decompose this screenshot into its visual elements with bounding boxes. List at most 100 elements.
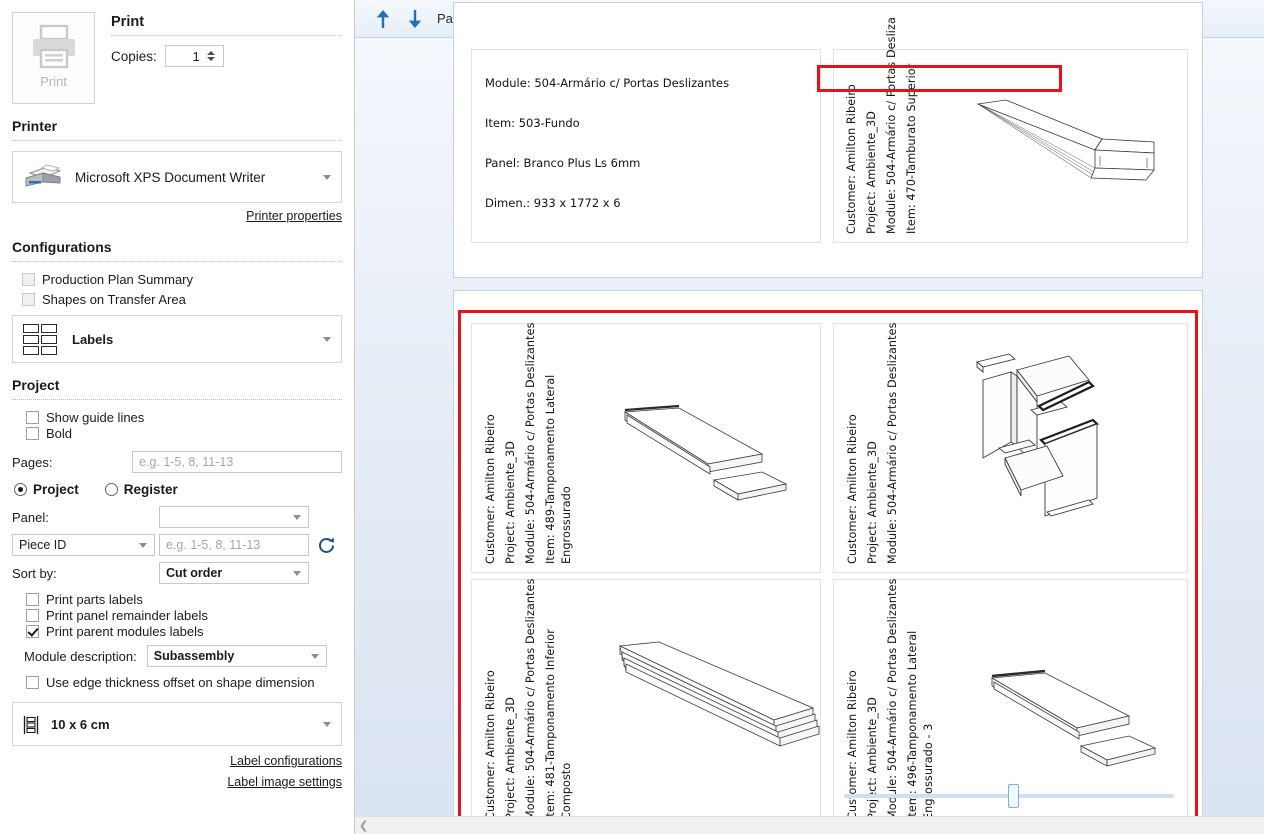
- checkbox-use-edge-thickness-offset[interactable]: Use edge thickness offset on shape dimen…: [26, 675, 342, 690]
- label-project-text: Project: Ambiente_3D: [866, 441, 879, 564]
- label-module-text: Module: 504-Armário c/ Portas Deslizante…: [524, 578, 537, 820]
- label-module-text: Module: 504-Armário c/ Portas Deslizante…: [886, 322, 899, 564]
- checkbox-box[interactable]: [22, 273, 35, 286]
- previous-page-button[interactable]: [367, 4, 399, 34]
- sort-by-row: Sort by: Cut order: [12, 562, 342, 584]
- part-3d-drawing: [990, 669, 1157, 767]
- next-page-button[interactable]: [399, 4, 431, 34]
- label-dimen-text: Dimen.: 933 x 1772 x 6: [485, 196, 621, 210]
- preview-horizontal-scrollbar[interactable]: ❮: [355, 816, 1264, 834]
- stepper-down-icon[interactable]: [206, 57, 215, 61]
- pages-label: Pages:: [12, 454, 53, 470]
- copies-row: Copies:: [111, 45, 342, 67]
- label-module-text: Module: 504-Armário c/ Portas Deslizante…: [886, 578, 899, 820]
- divider: [12, 140, 342, 141]
- checkbox-production-plan-summary[interactable]: Production Plan Summary: [22, 272, 342, 287]
- label-panel-text: Panel: Branco Plus Ls 6mm: [485, 156, 641, 170]
- copies-label: Copies:: [111, 48, 157, 64]
- configurations-heading: Configurations: [12, 239, 112, 255]
- print-settings-sidebar: Print Print Copies: 1 Printer Microsoft …: [0, 0, 355, 834]
- chevron-down-icon[interactable]: [293, 571, 301, 576]
- piece-id-range-input[interactable]: [159, 534, 309, 556]
- checkbox-print-panel-remainder-labels[interactable]: Print panel remainder labels: [26, 608, 342, 623]
- pages-row: Pages:: [12, 451, 342, 473]
- label-customer-text: Customer: Amilton Ribeiro: [484, 670, 497, 820]
- checkbox-bold[interactable]: Bold: [26, 426, 342, 441]
- checkbox-box[interactable]: [26, 593, 39, 606]
- checkbox-box[interactable]: [26, 676, 39, 689]
- cabinet-3d-drawing: [976, 353, 1099, 517]
- part-3d-drawing: [976, 99, 1155, 181]
- label-card-bottom-right: Customer: Amilton Ribeiro Project: Ambie…: [833, 578, 1188, 829]
- print-button-label: Print: [40, 74, 67, 89]
- stepper-arrows[interactable]: [204, 51, 215, 61]
- checkbox-print-parent-modules-labels[interactable]: Print parent modules labels: [26, 624, 342, 639]
- label-customer-text: Customer: Amilton Ribeiro: [846, 670, 859, 820]
- checkbox-box[interactable]: [22, 293, 35, 306]
- checkbox-show-guide-lines[interactable]: Show guide lines: [26, 410, 342, 425]
- sort-by-select[interactable]: Cut order: [159, 562, 309, 584]
- pages-input[interactable]: [132, 451, 342, 473]
- label-item-text: Item: 496-Tamponamento Lateral Engrossur…: [906, 630, 935, 820]
- copies-input[interactable]: [165, 46, 204, 66]
- checkbox-box[interactable]: [26, 427, 39, 440]
- print-mode-select[interactable]: Labels: [12, 315, 342, 363]
- scroll-left-icon[interactable]: ❮: [359, 819, 368, 832]
- label-customer-text: Customer: Amilton Ribeiro: [846, 414, 859, 564]
- checkbox-label: Use edge thickness offset on shape dimen…: [46, 675, 315, 690]
- stepper-up-icon[interactable]: [206, 51, 215, 55]
- label-configurations-link[interactable]: Label configurations: [230, 754, 342, 768]
- printer-properties-link[interactable]: Printer properties: [246, 209, 342, 223]
- checkbox-box[interactable]: [26, 609, 39, 622]
- radio-register[interactable]: Register: [104, 482, 178, 497]
- label-image-settings-link[interactable]: Label image settings: [227, 775, 342, 789]
- checkbox-box[interactable]: [26, 411, 39, 424]
- checkbox-print-parts-labels[interactable]: Print parts labels: [26, 592, 342, 607]
- radio-dot[interactable]: [104, 483, 118, 496]
- scope-radio-group: Project Register: [14, 482, 342, 497]
- radio-label: Register: [123, 482, 178, 497]
- sort-by-value: Cut order: [166, 566, 223, 580]
- refresh-icon[interactable]: [317, 536, 336, 555]
- piece-id-select[interactable]: Piece ID: [12, 534, 155, 556]
- chevron-down-icon[interactable]: [323, 175, 331, 180]
- copies-stepper[interactable]: [164, 45, 224, 67]
- label-item-text: Item: 470-Tamburato Superior: [905, 63, 918, 234]
- label-project-text: Project: Ambiente_3D: [504, 441, 517, 564]
- chevron-down-icon[interactable]: [310, 654, 319, 659]
- printer-icon: [28, 23, 80, 71]
- panel-select[interactable]: [159, 506, 309, 528]
- checkbox-label: Production Plan Summary: [42, 272, 194, 287]
- preview-page-2: Module: 504-Armário c/ Portas Deslizante…: [453, 2, 1203, 278]
- checkbox-label: Print panel remainder labels: [46, 608, 208, 623]
- checkbox-shapes-on-transfer-area[interactable]: Shapes on Transfer Area: [22, 292, 342, 307]
- printer-name: Microsoft XPS Document Writer: [75, 169, 266, 185]
- preview-scroll-area[interactable]: Module: 504-Armário c/ Portas Deslizante…: [355, 2, 1264, 834]
- checkbox-box[interactable]: [26, 625, 39, 638]
- labels-grid-icon: [23, 323, 57, 355]
- label-size-select[interactable]: 10 x 6 cm: [12, 702, 342, 746]
- print-section-title: Print: [111, 14, 145, 30]
- module-description-select[interactable]: Subassembly: [146, 645, 327, 667]
- sort-by-label: Sort by:: [12, 565, 57, 581]
- chevron-down-icon[interactable]: [139, 543, 147, 548]
- radio-project[interactable]: Project: [14, 482, 79, 497]
- chevron-down-icon[interactable]: [323, 337, 331, 342]
- module-description-label: Module description:: [24, 648, 137, 664]
- label-customer-text: Customer: Amilton Ribeiro: [484, 414, 497, 564]
- checkbox-label: Show guide lines: [46, 410, 145, 425]
- radio-dot[interactable]: [14, 483, 27, 496]
- printer-select[interactable]: Microsoft XPS Document Writer: [12, 151, 342, 203]
- project-heading: Project: [12, 377, 60, 393]
- panel-label: Panel:: [12, 509, 49, 525]
- checkbox-label: Shapes on Transfer Area: [42, 292, 186, 307]
- printer-section-heading: Printer: [12, 118, 58, 134]
- print-button[interactable]: Print: [12, 12, 95, 104]
- divider: [12, 399, 342, 400]
- print-header-row: Print Print Copies:: [12, 12, 342, 104]
- preview-inner-slider-thumb[interactable]: [1008, 784, 1019, 808]
- chevron-down-icon[interactable]: [323, 722, 331, 727]
- chevron-down-icon[interactable]: [293, 515, 301, 520]
- label-project-text: Project: Ambiente_3D: [866, 697, 879, 820]
- print-mode-value: Labels: [72, 331, 114, 347]
